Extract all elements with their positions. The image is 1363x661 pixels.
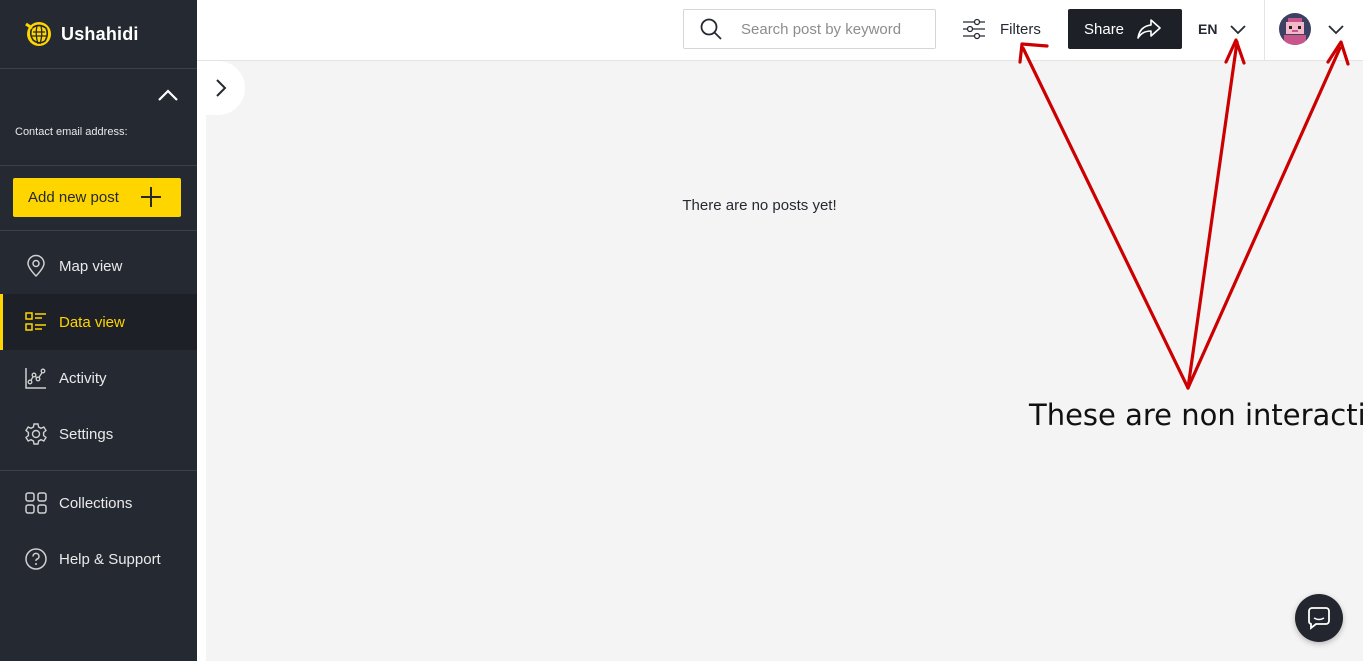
brand[interactable]: Ushahidi (0, 0, 197, 69)
nav-label-help-support: Help & Support (59, 550, 161, 568)
avatar (1279, 13, 1311, 45)
language-selector[interactable]: EN (1198, 9, 1247, 49)
account-menu[interactable] (1279, 13, 1345, 45)
ushahidi-logo-icon (25, 22, 51, 46)
panel-edge (197, 61, 206, 661)
data-list-icon (25, 312, 46, 331)
chevron-down-icon (1230, 25, 1247, 35)
annotation-label: These are non interactive (1029, 398, 1363, 432)
nav-item-collections[interactable]: Collections (0, 475, 197, 531)
add-new-post-button[interactable]: Add new post (13, 178, 181, 217)
deployment-info: Contact email address: (0, 69, 197, 166)
share-button[interactable]: Share (1068, 9, 1182, 49)
app-root: Ushahidi Contact email address: Add new … (0, 0, 1363, 661)
activity-chart-icon (25, 368, 46, 389)
nav-label-data-view: Data view (59, 313, 125, 331)
filters-button[interactable]: Filters (962, 9, 1041, 49)
top-bar: Filters Share EN (197, 0, 1363, 61)
share-label: Share (1084, 20, 1125, 38)
map-pin-icon (27, 254, 45, 278)
nav-label-activity: Activity (59, 369, 107, 387)
contact-email-label: Contact email address: (15, 126, 128, 138)
nav-item-data-view[interactable]: Data view (0, 294, 197, 350)
filters-sliders-icon (963, 18, 985, 40)
nav-label-collections: Collections (59, 494, 133, 512)
help-circle-icon (25, 548, 47, 570)
chevron-down-icon (1328, 25, 1344, 35)
search-input[interactable] (741, 20, 931, 38)
secondary-nav: Collections Help & Support (0, 471, 197, 595)
nav-item-help-support[interactable]: Help & Support (0, 531, 197, 587)
add-post-area: Add new post (0, 166, 197, 231)
search-icon (700, 18, 722, 40)
nav-item-activity[interactable]: Activity (0, 350, 197, 406)
header-divider (1264, 0, 1265, 61)
search-box[interactable] (683, 9, 936, 49)
primary-nav: Map view Data view Activity Settings (0, 231, 197, 471)
add-new-post-label: Add new post (28, 189, 119, 206)
chevron-right-icon (216, 79, 227, 97)
empty-state: There are no posts yet! (206, 197, 1363, 214)
nav-item-map-view[interactable]: Map view (0, 238, 197, 294)
nav-item-settings[interactable]: Settings (0, 406, 197, 462)
empty-state-message: There are no posts yet! (682, 197, 837, 214)
gear-icon (25, 423, 47, 445)
chat-support-button[interactable] (1295, 594, 1343, 642)
brand-name: Ushahidi (61, 23, 139, 44)
chat-bubble-icon (1308, 607, 1330, 630)
share-arrow-icon (1137, 19, 1161, 39)
sidebar: Ushahidi Contact email address: Add new … (0, 0, 197, 661)
plus-icon (141, 187, 161, 207)
filters-label: Filters (1000, 20, 1041, 38)
nav-label-settings: Settings (59, 425, 114, 443)
nav-label-map-view: Map view (59, 257, 123, 275)
main-content: There are no posts yet! (206, 61, 1363, 661)
chevron-up-icon (158, 89, 178, 101)
collapse-info-button[interactable] (154, 83, 182, 107)
collections-grid-icon (25, 492, 47, 514)
language-code: EN (1198, 21, 1218, 37)
